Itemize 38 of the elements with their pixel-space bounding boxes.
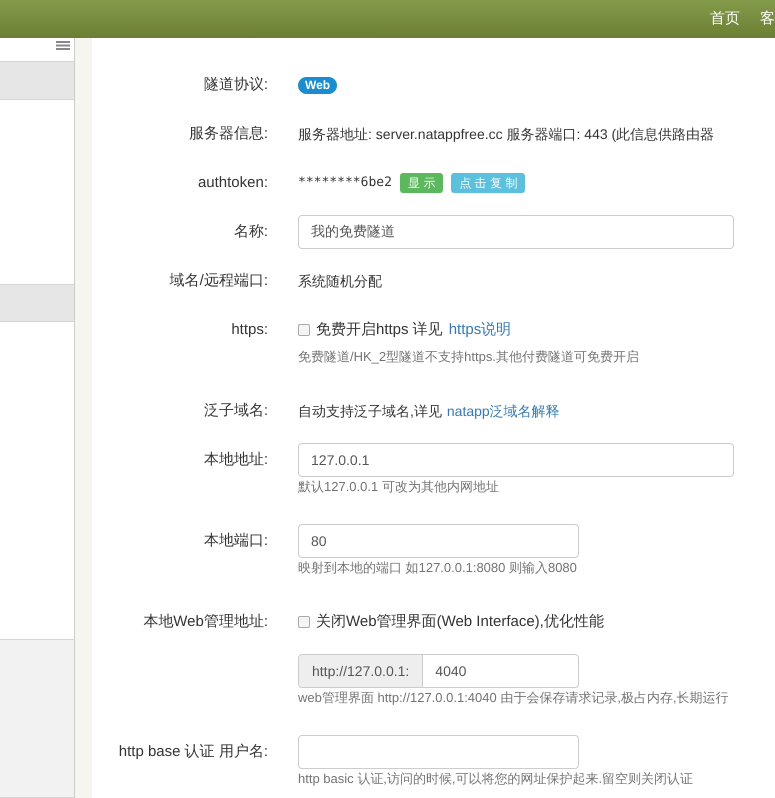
field-label: http base 认证 用户名: <box>118 742 268 762</box>
checkbox[interactable] <box>298 616 310 628</box>
help-text: http basic 认证,访问的时候,可以将您的网址保护起来.留空则关闭认证 <box>298 770 694 788</box>
field-label: https: <box>230 320 268 340</box>
field-label: 泛子域名: <box>202 401 268 421</box>
token-button[interactable]: 显 示 <box>400 173 444 193</box>
field-label: 服务器信息: <box>188 124 268 144</box>
token-value: ********6be2 <box>298 174 392 192</box>
list-icon <box>56 41 70 50</box>
protocol-badge: Web <box>298 76 338 94</box>
field-label: 域名/远程端口: <box>168 271 268 291</box>
field-label: 本地地址: <box>202 450 268 470</box>
field-label: 名称: <box>232 222 268 242</box>
nav-link[interactable]: 客 <box>760 8 775 30</box>
nav-link[interactable]: 首页 <box>710 8 740 30</box>
text-input[interactable] <box>298 735 579 769</box>
field-label: 本地端口: <box>202 531 268 551</box>
field-label: 本地Web管理地址: <box>142 612 268 632</box>
text-input[interactable]: 80 <box>298 524 579 558</box>
field-label: authtoken: <box>196 173 268 193</box>
text-input[interactable]: 我的免费隧道 <box>298 215 734 249</box>
field-label: 隧道协议: <box>202 75 268 95</box>
help-text: web管理界面 http://127.0.0.1:4040 由于会保存请求记录,极占内存,长期运行 <box>298 689 729 707</box>
checkbox-label: 免费开启https 详见 <box>316 320 443 340</box>
field-value: 自动支持泛子域名,详见 <box>298 402 442 420</box>
help-link[interactable]: natapp泛域名解释 <box>446 400 560 422</box>
help-link[interactable]: https说明 <box>448 318 512 342</box>
url-input-group[interactable]: http://127.0.0.1: 4040 <box>298 654 579 688</box>
help-text: 默认127.0.0.1 可改为其他内网地址 <box>298 478 500 496</box>
field-value: 系统随机分配 <box>298 272 382 290</box>
port-value: 4040 <box>434 662 468 680</box>
url-prefix: http://127.0.0.1: <box>299 655 424 687</box>
help-text: 免费隧道/HK_2型隧道不支持https.其他付费隧道可免费开启 <box>298 348 639 366</box>
checkbox[interactable] <box>298 324 310 336</box>
text-input[interactable]: 127.0.0.1 <box>298 443 734 477</box>
help-text: 映射到本地的端口 如127.0.0.1:8080 则输入8080 <box>298 559 578 577</box>
field-value: 服务器地址: server.natappfree.cc 服务器端口: 443 (此信息供路由器 <box>298 124 714 144</box>
checkbox-label: 关闭Web管理界面(Web Interface),优化性能 <box>316 612 604 632</box>
